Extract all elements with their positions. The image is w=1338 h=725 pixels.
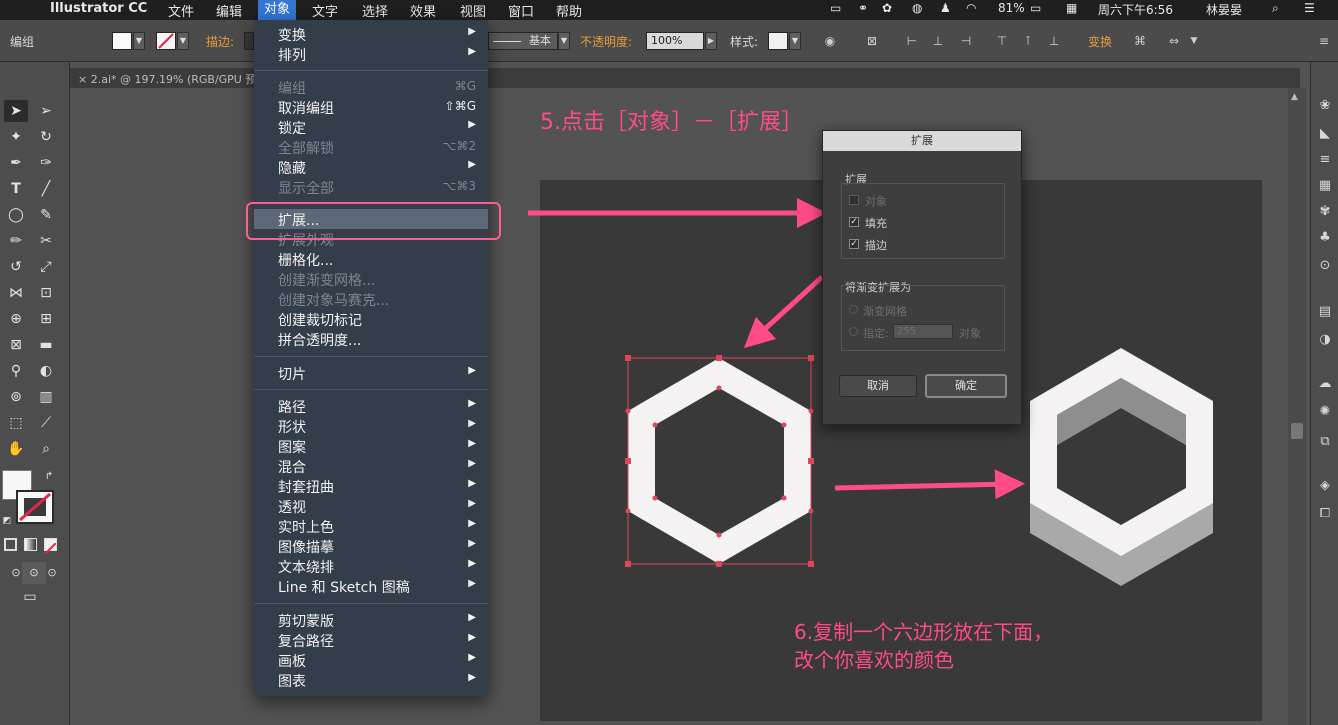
properties-icon[interactable]: ✺	[1315, 402, 1335, 422]
artboards-icon[interactable]: ⧉	[1315, 432, 1335, 452]
menu-item-graph[interactable]: 图表 ▶	[254, 670, 488, 690]
menu-separator	[254, 70, 488, 71]
expand-highlight-box	[246, 202, 501, 240]
menu-item-group[interactable]: 编组 ⌘G	[254, 77, 488, 97]
object-option-label: 对象	[865, 195, 887, 208]
hexagon-selected[interactable]	[625, 355, 814, 567]
menu-item-compound-path[interactable]: 复合路径 ▶	[254, 630, 488, 650]
stroke-option-label: 描边	[865, 239, 887, 252]
step6-line1: 6.复制一个六边形放在下面，	[794, 620, 1054, 644]
menu-item-create-gradient-mesh[interactable]: 创建渐变网格...	[254, 269, 488, 289]
menu-item-blend[interactable]: 混合 ▶	[254, 456, 488, 476]
fill-option-label: 填充	[865, 217, 887, 230]
menu-item-envelope-distort[interactable]: 封套扭曲 ▶	[254, 476, 488, 496]
menu-item-line-and-sketch-art[interactable]: Line 和 Sketch 图稿 ▶	[254, 576, 488, 596]
menu-item-path[interactable]: 路径 ▶	[254, 396, 488, 416]
right-panel-dock: ❀ ◣ ≡ ▦ ✾ ♣ ⊙ ▤ ◑ ☁ ✺ ⧉ ◈ ⧠	[1310, 62, 1338, 725]
illustrator-window: Illustrator CC 文件 编辑 对象 文字 选择 效果 视图 窗口 帮…	[0, 0, 1338, 725]
gradient-panel-icon[interactable]: ◣	[1315, 124, 1335, 144]
fill-checkbox[interactable]: ✓	[849, 217, 859, 227]
symbols-icon[interactable]: ♣	[1315, 228, 1335, 248]
menu-item-pattern[interactable]: 图案 ▶	[254, 436, 488, 456]
menu-separator	[254, 603, 488, 604]
ok-button[interactable]: 确定	[925, 374, 1007, 398]
color-guide-icon[interactable]: ❀	[1315, 96, 1335, 116]
cc-libraries-icon[interactable]: ☁	[1315, 374, 1335, 394]
arrow-to-hexagon	[743, 275, 824, 349]
menu-item-text-wrap[interactable]: 文本绕排 ▶	[254, 556, 488, 576]
stroke-checkbox[interactable]: ✓	[849, 239, 859, 249]
menu-item-show-all[interactable]: 显示全部 ⌥⌘3	[254, 177, 488, 197]
menu-item-clipping-mask[interactable]: 剪切蒙版 ▶	[254, 610, 488, 630]
dialog-title: 扩展	[823, 131, 1021, 151]
menu-separator	[254, 389, 488, 390]
menu-item-shape[interactable]: 形状 ▶	[254, 416, 488, 436]
object-menu: 变换 ▶ 排列 ▶ 编组 ⌘G 取消编组 ⇧⌘G 锁定 ▶ 全部解锁 ⌥⌘2 隐藏 ▶ 显示全…	[254, 20, 488, 696]
asset-export-icon[interactable]: ⧠	[1315, 504, 1335, 524]
stroke-panel-icon[interactable]: ≡	[1315, 150, 1335, 170]
menu-item-slice[interactable]: 切片 ▶	[254, 363, 488, 383]
menu-item-arrange[interactable]: 排列 ▶	[254, 44, 488, 64]
menu-item-ungroup[interactable]: 取消编组 ⇧⌘G	[254, 97, 488, 117]
step5-annotation: 5.点击［对象］－［扩展］	[540, 110, 803, 135]
menu-item-image-trace[interactable]: 图像描摹 ▶	[254, 536, 488, 556]
swatches-icon[interactable]: ▦	[1315, 176, 1335, 196]
specify-radio[interactable]	[849, 327, 858, 336]
menu-item-hide[interactable]: 隐藏 ▶	[254, 157, 488, 177]
menu-item-transform[interactable]: 变换 ▶	[254, 24, 488, 44]
menu-item-create-trim-marks[interactable]: 创建裁切标记	[254, 309, 488, 329]
menu-item-rasterize[interactable]: 栅格化...	[254, 249, 488, 269]
step6-line2: 改个你喜欢的颜色	[794, 648, 954, 672]
appearance-icon[interactable]: ◑	[1315, 330, 1335, 350]
step6-annotation: 6.复制一个六边形放在下面， 改个你喜欢的颜色	[794, 618, 1053, 674]
specify-objects-field[interactable]: 255	[893, 324, 953, 339]
menu-item-unlock-all[interactable]: 全部解锁 ⌥⌘2	[254, 137, 488, 157]
menu-item-artboards[interactable]: 画板 ▶	[254, 650, 488, 670]
gradient-mesh-label: 渐变网格	[863, 305, 907, 318]
gradient-mesh-radio[interactable]	[849, 305, 858, 314]
menu-item-flatten-transparency[interactable]: 拼合透明度...	[254, 329, 488, 349]
layers-icon[interactable]: ◈	[1315, 476, 1335, 496]
menu-item-perspective[interactable]: 透视 ▶	[254, 496, 488, 516]
menu-separator	[254, 356, 488, 357]
expand-dialog: 扩展 扩展 对象 ✓ 填充 ✓ 描边 将渐变扩展为 渐变网格 指定: 255 对…	[822, 130, 1022, 425]
hexagon-3d-result[interactable]	[1030, 348, 1213, 586]
transparency-icon[interactable]: ▤	[1315, 302, 1335, 322]
object-checkbox[interactable]	[849, 195, 859, 205]
brushes-icon[interactable]: ✾	[1315, 202, 1335, 222]
menu-item-create-object-mosaic[interactable]: 创建对象马赛克...	[254, 289, 488, 309]
specify-label: 指定:	[863, 327, 889, 340]
menu-item-live-paint[interactable]: 实时上色 ▶	[254, 516, 488, 536]
menu-item-lock[interactable]: 锁定 ▶	[254, 117, 488, 137]
cancel-button[interactable]: 取消	[839, 375, 917, 397]
arrow-to-result	[834, 469, 1025, 500]
graphic-styles-icon[interactable]: ⊙	[1315, 256, 1335, 276]
objects-unit-label: 对象	[959, 327, 981, 340]
